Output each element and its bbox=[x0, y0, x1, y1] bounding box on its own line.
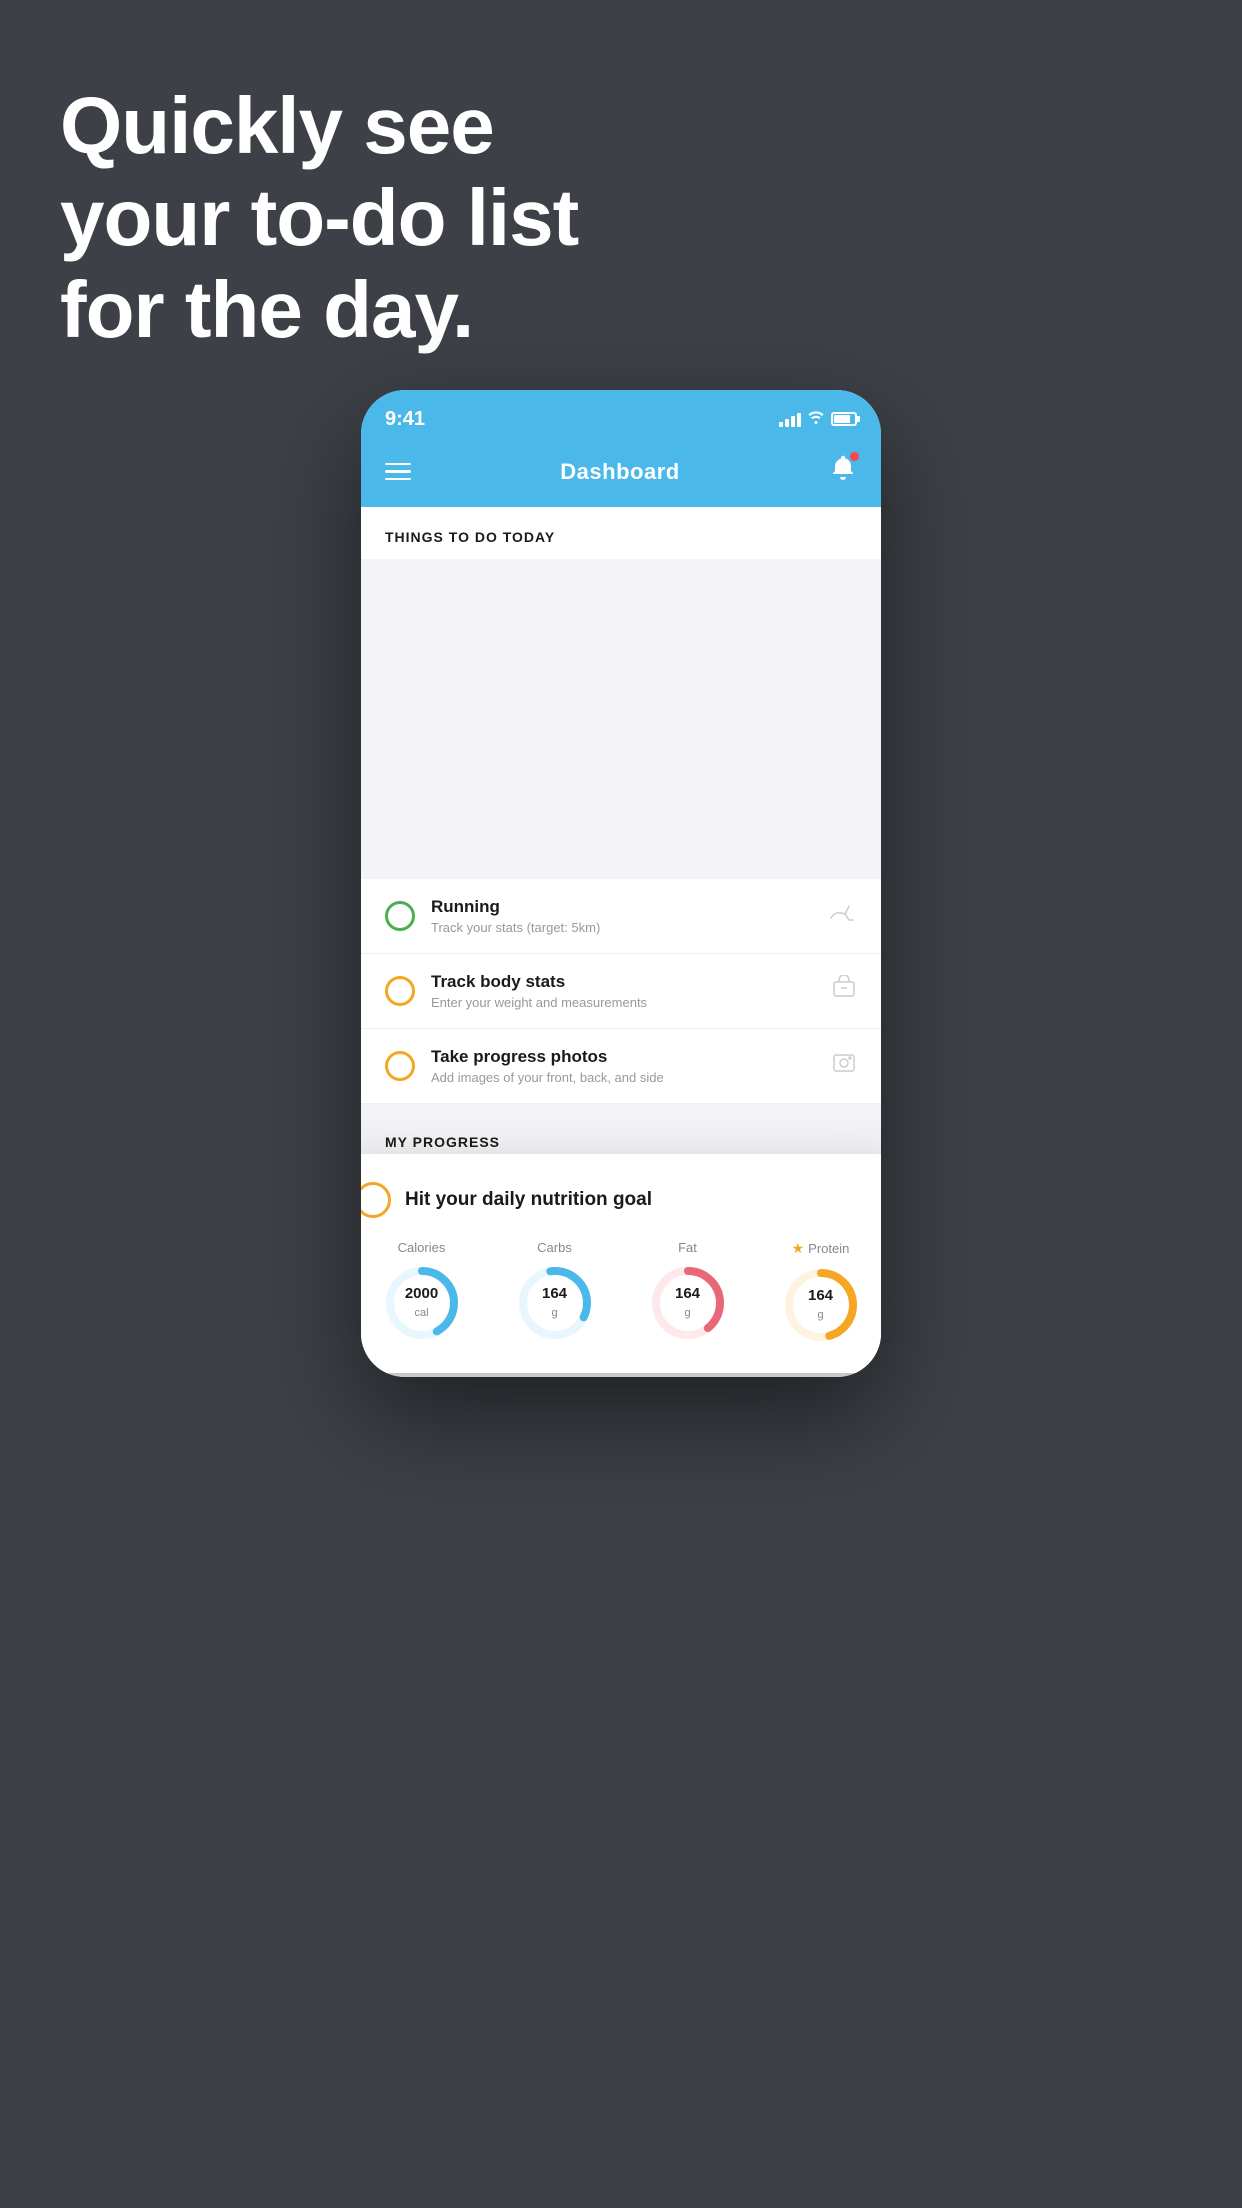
fat-donut: 164 g bbox=[648, 1263, 728, 1343]
photos-title: Take progress photos bbox=[431, 1047, 815, 1067]
running-text: Running Track your stats (target: 5km) bbox=[431, 897, 813, 935]
carbs-label: Carbs bbox=[537, 1240, 572, 1255]
todo-item-body-stats[interactable]: Track body stats Enter your weight and m… bbox=[361, 954, 881, 1029]
nutrition-item-carbs: Carbs 164 g bbox=[515, 1240, 595, 1343]
photos-text: Take progress photos Add images of your … bbox=[431, 1047, 815, 1085]
calories-unit: cal bbox=[414, 1306, 428, 1318]
body-stats-subtitle: Enter your weight and measurements bbox=[431, 995, 815, 1010]
status-icons bbox=[779, 410, 857, 429]
nutrition-card: Hit your daily nutrition goal Calories bbox=[361, 1154, 881, 1373]
things-section-header: THINGS TO DO TODAY bbox=[361, 507, 881, 555]
headline-line1: Quickly see bbox=[60, 80, 578, 172]
nutrition-card-title: Hit your daily nutrition goal bbox=[405, 1189, 652, 1211]
phone-screen: 9:41 bbox=[361, 390, 881, 1377]
things-section: THINGS TO DO TODAY bbox=[361, 507, 881, 559]
calories-value: 2000 bbox=[405, 1286, 438, 1303]
calories-label: Calories bbox=[398, 1240, 446, 1255]
signal-icon bbox=[779, 411, 801, 427]
headline: Quickly see your to-do list for the day. bbox=[60, 80, 578, 356]
star-icon: ★ bbox=[792, 1240, 805, 1257]
protein-label: ★ Protein bbox=[792, 1240, 850, 1257]
photos-subtitle: Add images of your front, back, and side bbox=[431, 1070, 815, 1085]
todo-item-running[interactable]: Running Track your stats (target: 5km) bbox=[361, 879, 881, 954]
body-stats-text: Track body stats Enter your weight and m… bbox=[431, 972, 815, 1010]
hamburger-menu[interactable] bbox=[385, 463, 411, 481]
carbs-unit: g bbox=[551, 1306, 557, 1318]
running-title: Running bbox=[431, 897, 813, 917]
status-bar: 9:41 bbox=[361, 390, 881, 442]
headline-line3: for the day. bbox=[60, 264, 578, 356]
todo-list: Running Track your stats (target: 5km) bbox=[361, 879, 881, 1104]
body-stats-check-circle bbox=[385, 976, 415, 1006]
notification-bell-icon[interactable] bbox=[829, 454, 857, 489]
battery-icon bbox=[831, 412, 857, 426]
status-time: 9:41 bbox=[385, 408, 425, 431]
todo-item-photos[interactable]: Take progress photos Add images of your … bbox=[361, 1029, 881, 1104]
body-stats-title: Track body stats bbox=[431, 972, 815, 992]
photos-icon bbox=[831, 1050, 857, 1082]
fat-value: 164 bbox=[675, 1286, 700, 1303]
photos-check-circle bbox=[385, 1051, 415, 1081]
running-icon bbox=[829, 902, 857, 930]
body-stats-icon bbox=[831, 975, 857, 1007]
fat-label: Fat bbox=[678, 1240, 697, 1255]
protein-donut: 164 g bbox=[781, 1265, 861, 1345]
nutrition-item-fat: Fat 164 g bbox=[648, 1240, 728, 1343]
wifi-icon bbox=[807, 410, 825, 429]
app-header: Dashboard bbox=[361, 442, 881, 507]
protein-unit: g bbox=[817, 1308, 823, 1320]
carbs-value: 164 bbox=[542, 1286, 567, 1303]
calories-donut: 2000 cal bbox=[382, 1263, 462, 1343]
phone-mockup: 9:41 bbox=[361, 390, 881, 1377]
progress-title: MY PROGRESS bbox=[385, 1134, 857, 1150]
running-check-circle bbox=[385, 901, 415, 931]
notification-dot bbox=[850, 452, 859, 461]
nutrition-item-protein: ★ Protein 164 g bbox=[781, 1240, 861, 1345]
nutrition-card-header: Hit your daily nutrition goal bbox=[361, 1182, 881, 1218]
fat-unit: g bbox=[684, 1306, 690, 1318]
protein-value: 164 bbox=[808, 1288, 833, 1305]
nutrition-item-calories: Calories 2000 cal bbox=[382, 1240, 462, 1343]
running-subtitle: Track your stats (target: 5km) bbox=[431, 920, 813, 935]
app-title: Dashboard bbox=[560, 459, 679, 485]
nutrition-check-circle[interactable] bbox=[361, 1182, 391, 1218]
carbs-donut: 164 g bbox=[515, 1263, 595, 1343]
headline-line2: your to-do list bbox=[60, 172, 578, 264]
nutrition-circles-row: Calories 2000 cal bbox=[361, 1240, 881, 1345]
